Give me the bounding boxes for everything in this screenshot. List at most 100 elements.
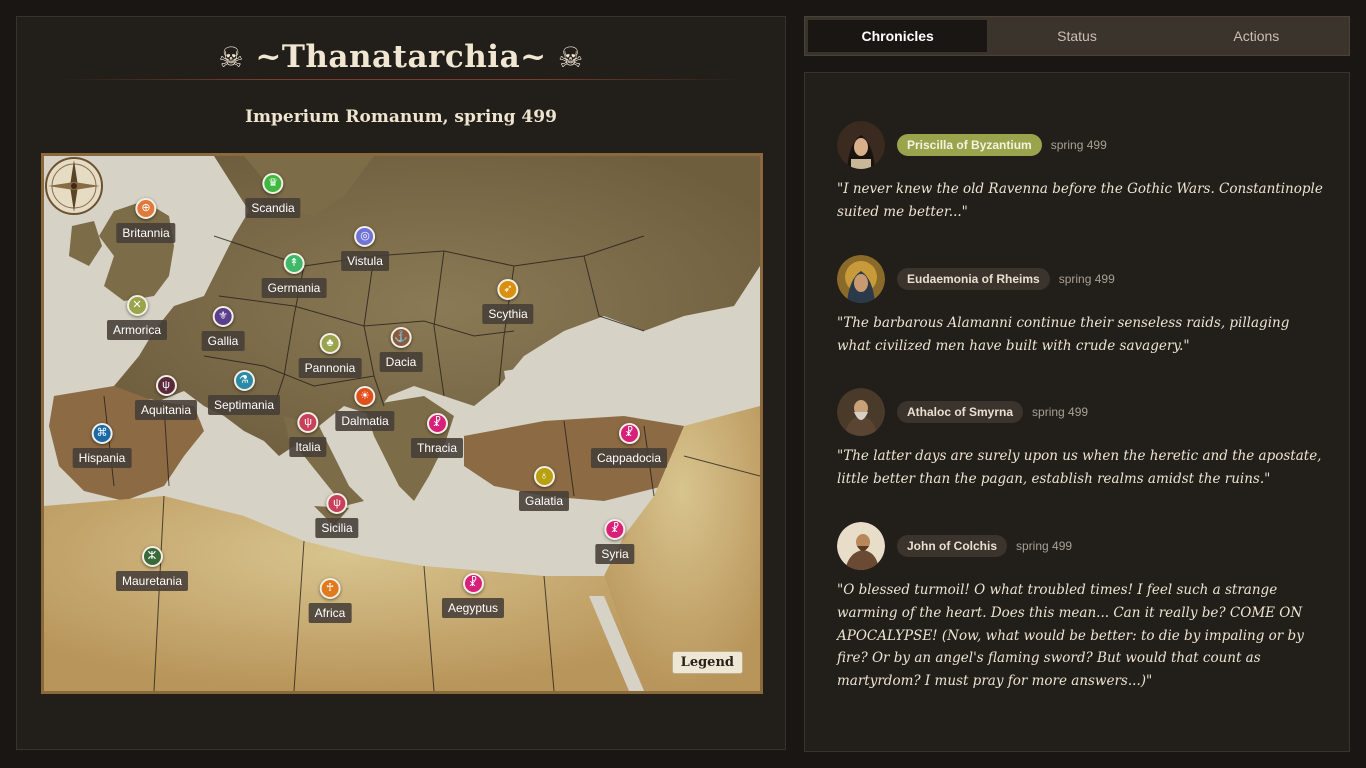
region-marker-icon: ⚜	[212, 306, 234, 327]
region-sicilia[interactable]: ψ Sicilia	[315, 493, 359, 538]
region-dalmatia[interactable]: ☀ Dalmatia	[335, 386, 395, 431]
map-subtitle: Imperium Romanum, spring 499	[245, 107, 557, 127]
chronicles-panel: Priscilla of Byzantium spring 499 "I nev…	[804, 72, 1350, 752]
game-title: ☠ ~Thanatarchia~ ☠	[17, 39, 785, 75]
map-panel: ☠ ~Thanatarchia~ ☠ Imperium Romanum, spr…	[16, 16, 786, 750]
region-label: Germania	[261, 278, 327, 298]
region-scandia[interactable]: ♛ Scandia	[245, 173, 301, 218]
region-hispania[interactable]: ⌘ Hispania	[72, 423, 132, 468]
character-name-badge[interactable]: John of Colchis	[897, 535, 1007, 557]
region-label: Sicilia	[315, 518, 359, 538]
region-marker-icon: ψ	[155, 375, 177, 396]
region-pannonia[interactable]: ♣ Pannonia	[298, 333, 362, 378]
compass-icon	[45, 157, 103, 215]
avatar	[837, 522, 885, 570]
region-marker-icon: ⚓	[390, 327, 412, 348]
tab-chronicles[interactable]: Chronicles	[808, 20, 988, 52]
region-marker-icon: ↟	[283, 253, 305, 274]
region-marker-icon: ✕	[126, 295, 148, 316]
skull-icon: ☠	[557, 41, 584, 74]
region-marker-icon: ⚗	[233, 370, 255, 391]
region-marker-icon: ⵣ	[141, 546, 163, 567]
entry-date: spring 499	[1016, 539, 1073, 553]
game-title-text: ~Thanatarchia~	[255, 39, 547, 75]
region-label: Britannia	[116, 223, 176, 243]
region-marker-icon: ♁	[533, 466, 555, 487]
world-map[interactable]: ⊕ Britannia ♛ Scandia ◎ Vistula ↟ German…	[41, 153, 763, 694]
character-name-badge[interactable]: Priscilla of Byzantium	[897, 134, 1042, 156]
region-marker-icon: ◎	[354, 226, 376, 247]
region-africa[interactable]: ♰ Africa	[308, 578, 352, 623]
region-vistula[interactable]: ◎ Vistula	[341, 226, 389, 271]
title-divider	[57, 79, 745, 80]
region-label: Dacia	[379, 352, 423, 372]
character-name-badge[interactable]: Athaloc of Smyrna	[897, 401, 1024, 423]
region-label: Galatia	[518, 491, 570, 511]
region-marker-icon: ♰	[319, 578, 341, 599]
region-marker-icon: ☀	[354, 386, 376, 407]
region-syria[interactable]: ☧ Syria	[595, 519, 635, 564]
region-label: Vistula	[341, 251, 389, 271]
chronicle-entry: Eudaemonia of Rheims spring 499 "The bar…	[837, 255, 1327, 358]
region-marker-icon: ☧	[618, 423, 640, 444]
region-gallia[interactable]: ⚜ Gallia	[201, 306, 245, 351]
region-germania[interactable]: ↟ Germania	[261, 253, 327, 298]
region-label: Pannonia	[298, 358, 362, 378]
region-label: Mauretania	[115, 571, 189, 591]
region-marker-icon: ♣	[319, 333, 341, 354]
region-marker-icon: ☧	[462, 573, 484, 594]
region-marker-icon: ➶	[497, 279, 519, 300]
region-armorica[interactable]: ✕ Armorica	[106, 295, 168, 340]
region-marker-icon: ψ	[326, 493, 348, 514]
region-label: Dalmatia	[335, 411, 395, 431]
chronicle-quote: "O blessed turmoil! O what troubled time…	[837, 582, 1304, 690]
skull-icon: ☠	[218, 41, 245, 74]
region-label: Africa	[308, 603, 352, 623]
region-septimania[interactable]: ⚗ Septimania	[207, 370, 281, 415]
legend-button[interactable]: Legend	[671, 651, 743, 674]
entry-date: spring 499	[1058, 272, 1115, 286]
region-label: Septimania	[207, 395, 281, 415]
region-marker-icon: ⌘	[91, 423, 113, 444]
region-dacia[interactable]: ⚓ Dacia	[379, 327, 423, 372]
region-italia[interactable]: ψ Italia	[289, 412, 327, 457]
entry-date: spring 499	[1032, 405, 1089, 419]
region-label: Aegyptus	[441, 598, 505, 618]
chronicle-entry: Athaloc of Smyrna spring 499 "The latter…	[837, 388, 1327, 491]
chronicle-quote: "I never knew the old Ravenna before the…	[837, 181, 1323, 220]
entry-date: spring 499	[1050, 138, 1107, 152]
tab-actions[interactable]: Actions	[1167, 20, 1346, 52]
region-thracia[interactable]: ☧ Thracia	[410, 413, 464, 458]
region-label: Hispania	[72, 448, 132, 468]
region-marker-icon: ☧	[604, 519, 626, 540]
avatar	[837, 255, 885, 303]
region-label: Syria	[595, 544, 635, 564]
region-marker-icon: ψ	[297, 412, 319, 433]
region-label: Armorica	[106, 320, 168, 340]
region-mauretania[interactable]: ⵣ Mauretania	[115, 546, 189, 591]
region-aegyptus[interactable]: ☧ Aegyptus	[441, 573, 505, 618]
chronicle-entry: Priscilla of Byzantium spring 499 "I nev…	[837, 121, 1327, 224]
region-britannia[interactable]: ⊕ Britannia	[116, 198, 176, 243]
region-aquitania[interactable]: ψ Aquitania	[134, 375, 198, 420]
region-label: Cappadocia	[590, 448, 668, 468]
avatar	[837, 121, 885, 169]
chronicle-quote: "The barbarous Alamanni continue their s…	[837, 315, 1290, 354]
region-label: Aquitania	[134, 400, 198, 420]
chronicle-entry: John of Colchis spring 499 "O blessed tu…	[837, 522, 1327, 693]
region-label: Scythia	[482, 304, 534, 324]
region-scythia[interactable]: ➶ Scythia	[482, 279, 534, 324]
region-marker-icon: ⊕	[135, 198, 157, 219]
chronicle-quote: "The latter days are surely upon us when…	[837, 448, 1322, 487]
tab-status[interactable]: Status	[987, 20, 1166, 52]
region-label: Italia	[289, 437, 327, 457]
avatar	[837, 388, 885, 436]
region-marker-icon: ☧	[426, 413, 448, 434]
region-cappadocia[interactable]: ☧ Cappadocia	[590, 423, 668, 468]
region-galatia[interactable]: ♁ Galatia	[518, 466, 570, 511]
region-label: Gallia	[201, 331, 245, 351]
region-label: Thracia	[410, 438, 464, 458]
character-name-badge[interactable]: Eudaemonia of Rheims	[897, 268, 1050, 290]
region-marker-icon: ♛	[262, 173, 284, 194]
region-label: Scandia	[245, 198, 301, 218]
